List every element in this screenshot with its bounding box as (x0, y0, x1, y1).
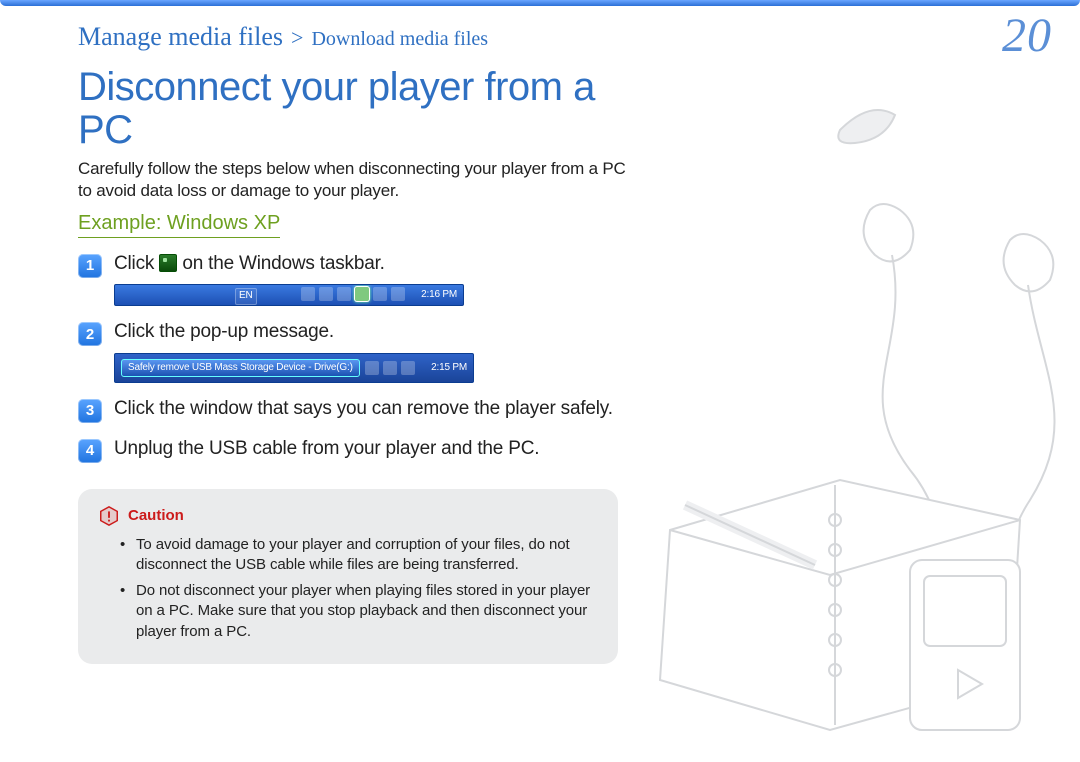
breadcrumb-separator: > (291, 25, 303, 50)
safely-remove-tooltip: Safely remove USB Mass Storage Device - … (121, 359, 360, 377)
step-number-badge: 3 (78, 399, 102, 423)
caution-box: Caution To avoid damage to your player a… (78, 489, 618, 664)
example-label: Example: Windows XP (78, 212, 280, 238)
taskbar-clock: 2:16 PM (421, 289, 457, 302)
page-title: Disconnect your player from a PC (78, 66, 638, 152)
step-2: 2 Click the pop-up message. Safely remov… (78, 320, 638, 382)
tray-icon (391, 287, 405, 301)
decorative-illustration (610, 90, 1080, 750)
page-top-accent (0, 0, 1080, 6)
breadcrumb-level-1: Manage media files (78, 22, 283, 51)
step-number-badge: 1 (78, 254, 102, 278)
tray-icon (365, 361, 379, 375)
tray-icon (337, 287, 351, 301)
safely-remove-hardware-icon (159, 254, 177, 272)
tray-icon (301, 287, 315, 301)
taskbar-lang-indicator: EN (235, 288, 257, 305)
windows-taskbar-popup-screenshot: Safely remove USB Mass Storage Device - … (114, 353, 474, 383)
step-number-badge: 2 (78, 322, 102, 346)
windows-taskbar-screenshot: EN 2:16 PM (114, 284, 464, 306)
step-4: 4 Unplug the USB cable from your player … (78, 437, 638, 463)
breadcrumb-level-2: Download media files (311, 28, 488, 50)
caution-label: Caution (128, 507, 184, 524)
tray-icon-highlighted (355, 287, 369, 301)
step-text-before: Click (114, 253, 159, 274)
caution-item: Do not disconnect your player when playi… (136, 581, 598, 642)
taskbar-tray-icons (301, 287, 405, 301)
tray-icon (401, 361, 415, 375)
step-text-after: on the Windows taskbar. (182, 253, 384, 274)
steps-list: 1 Click on the Windows taskbar. EN (78, 252, 638, 463)
page-number: 20 (1002, 8, 1052, 63)
step-text: Unplug the USB cable from your player an… (114, 437, 539, 461)
taskbar-clock: 2:15 PM (431, 362, 467, 375)
tray-icon (383, 361, 397, 375)
tray-icon (373, 287, 387, 301)
step-3: 3 Click the window that says you can rem… (78, 397, 638, 423)
step-number-badge: 4 (78, 439, 102, 463)
caution-icon (98, 505, 120, 527)
step-1: 1 Click on the Windows taskbar. EN (78, 252, 638, 306)
step-text: Click the pop-up message. (114, 321, 334, 342)
taskbar-tray-icons (365, 361, 415, 375)
intro-text: Carefully follow the steps below when di… (78, 158, 638, 202)
step-text: Click the window that says you can remov… (114, 397, 613, 421)
breadcrumb: Manage media files > Download media file… (78, 22, 488, 52)
caution-item: To avoid damage to your player and corru… (136, 535, 598, 576)
tray-icon (319, 287, 333, 301)
